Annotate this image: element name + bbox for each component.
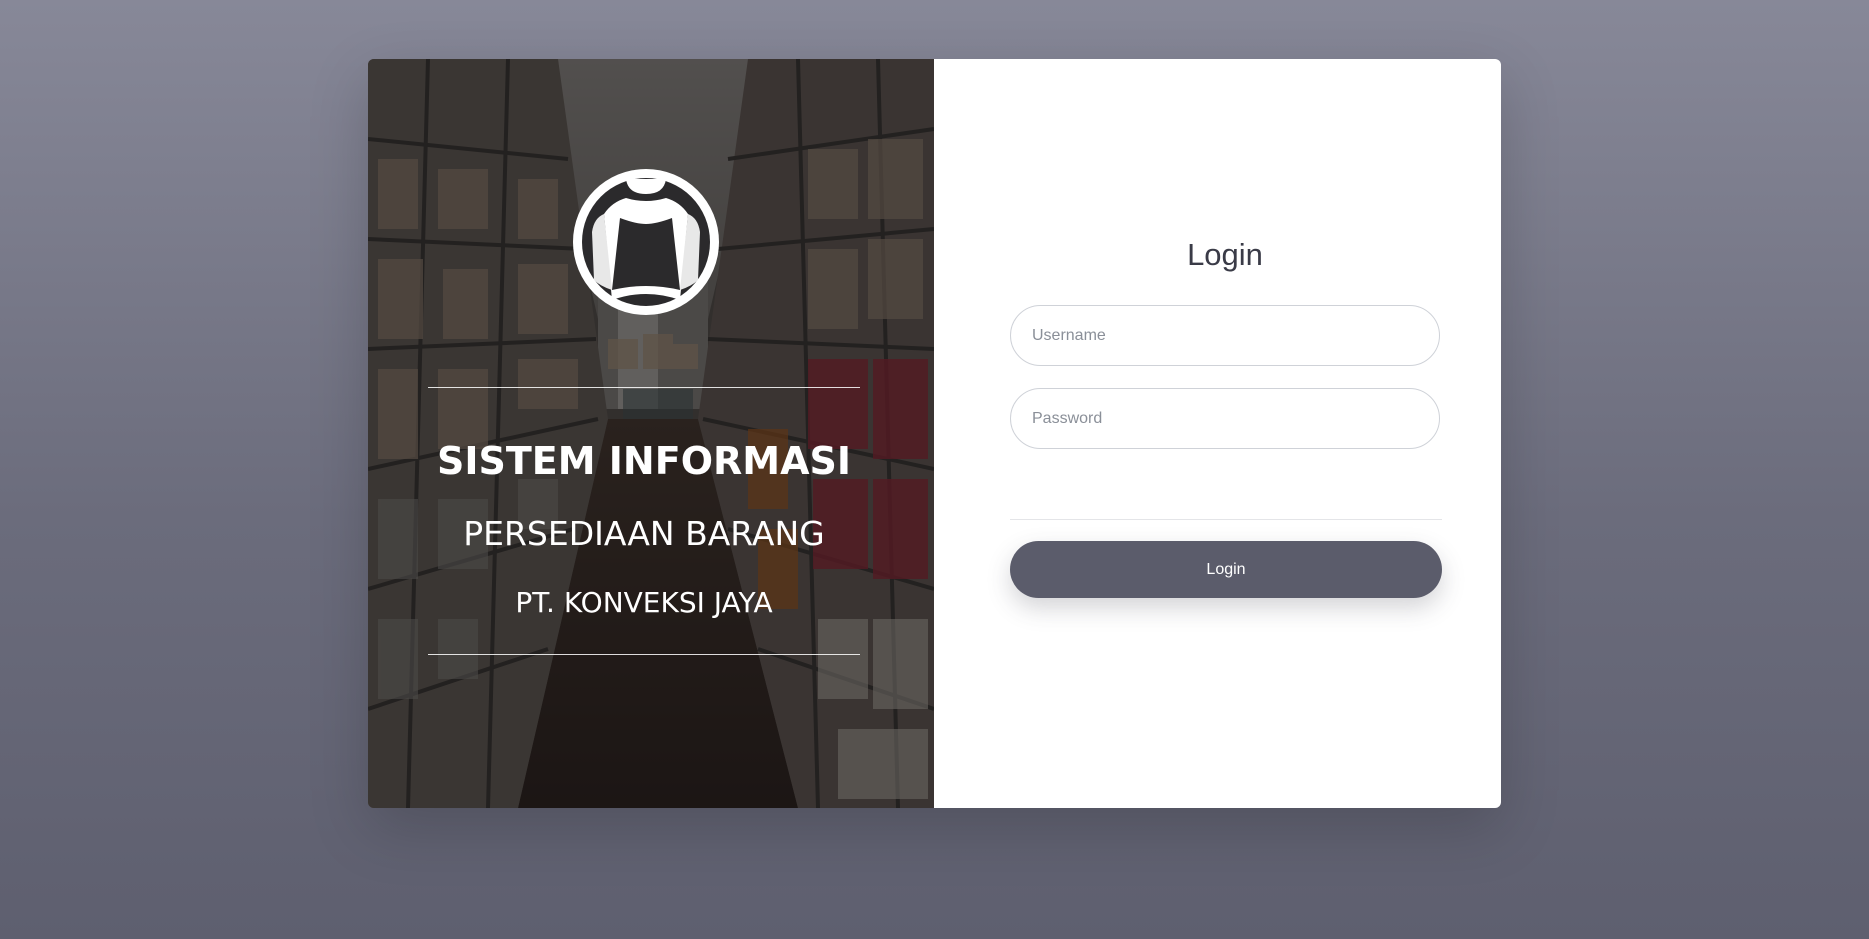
login-title: Login	[1187, 237, 1263, 272]
brand-panel: SISTEM INFORMASI PERSEDIAAN BARANG PT. K…	[368, 59, 934, 808]
brand-divider-bottom	[428, 654, 860, 655]
login-button[interactable]: Login	[1010, 541, 1442, 598]
password-input[interactable]	[1010, 388, 1440, 449]
brand-title-line1: SISTEM INFORMASI	[437, 439, 851, 483]
form-divider	[1010, 519, 1442, 520]
brand-content: SISTEM INFORMASI PERSEDIAAN BARANG PT. K…	[368, 59, 934, 808]
login-form-panel: Login Login	[934, 59, 1501, 808]
brand-divider-top	[428, 387, 860, 388]
username-input[interactable]	[1010, 305, 1440, 366]
brand-company-name: PT. KONVEKSI JAYA	[515, 586, 773, 619]
tshirt-circle-icon	[573, 169, 719, 315]
brand-title-line2: PERSEDIAAN BARANG	[463, 514, 825, 553]
login-card: SISTEM INFORMASI PERSEDIAAN BARANG PT. K…	[368, 59, 1501, 808]
